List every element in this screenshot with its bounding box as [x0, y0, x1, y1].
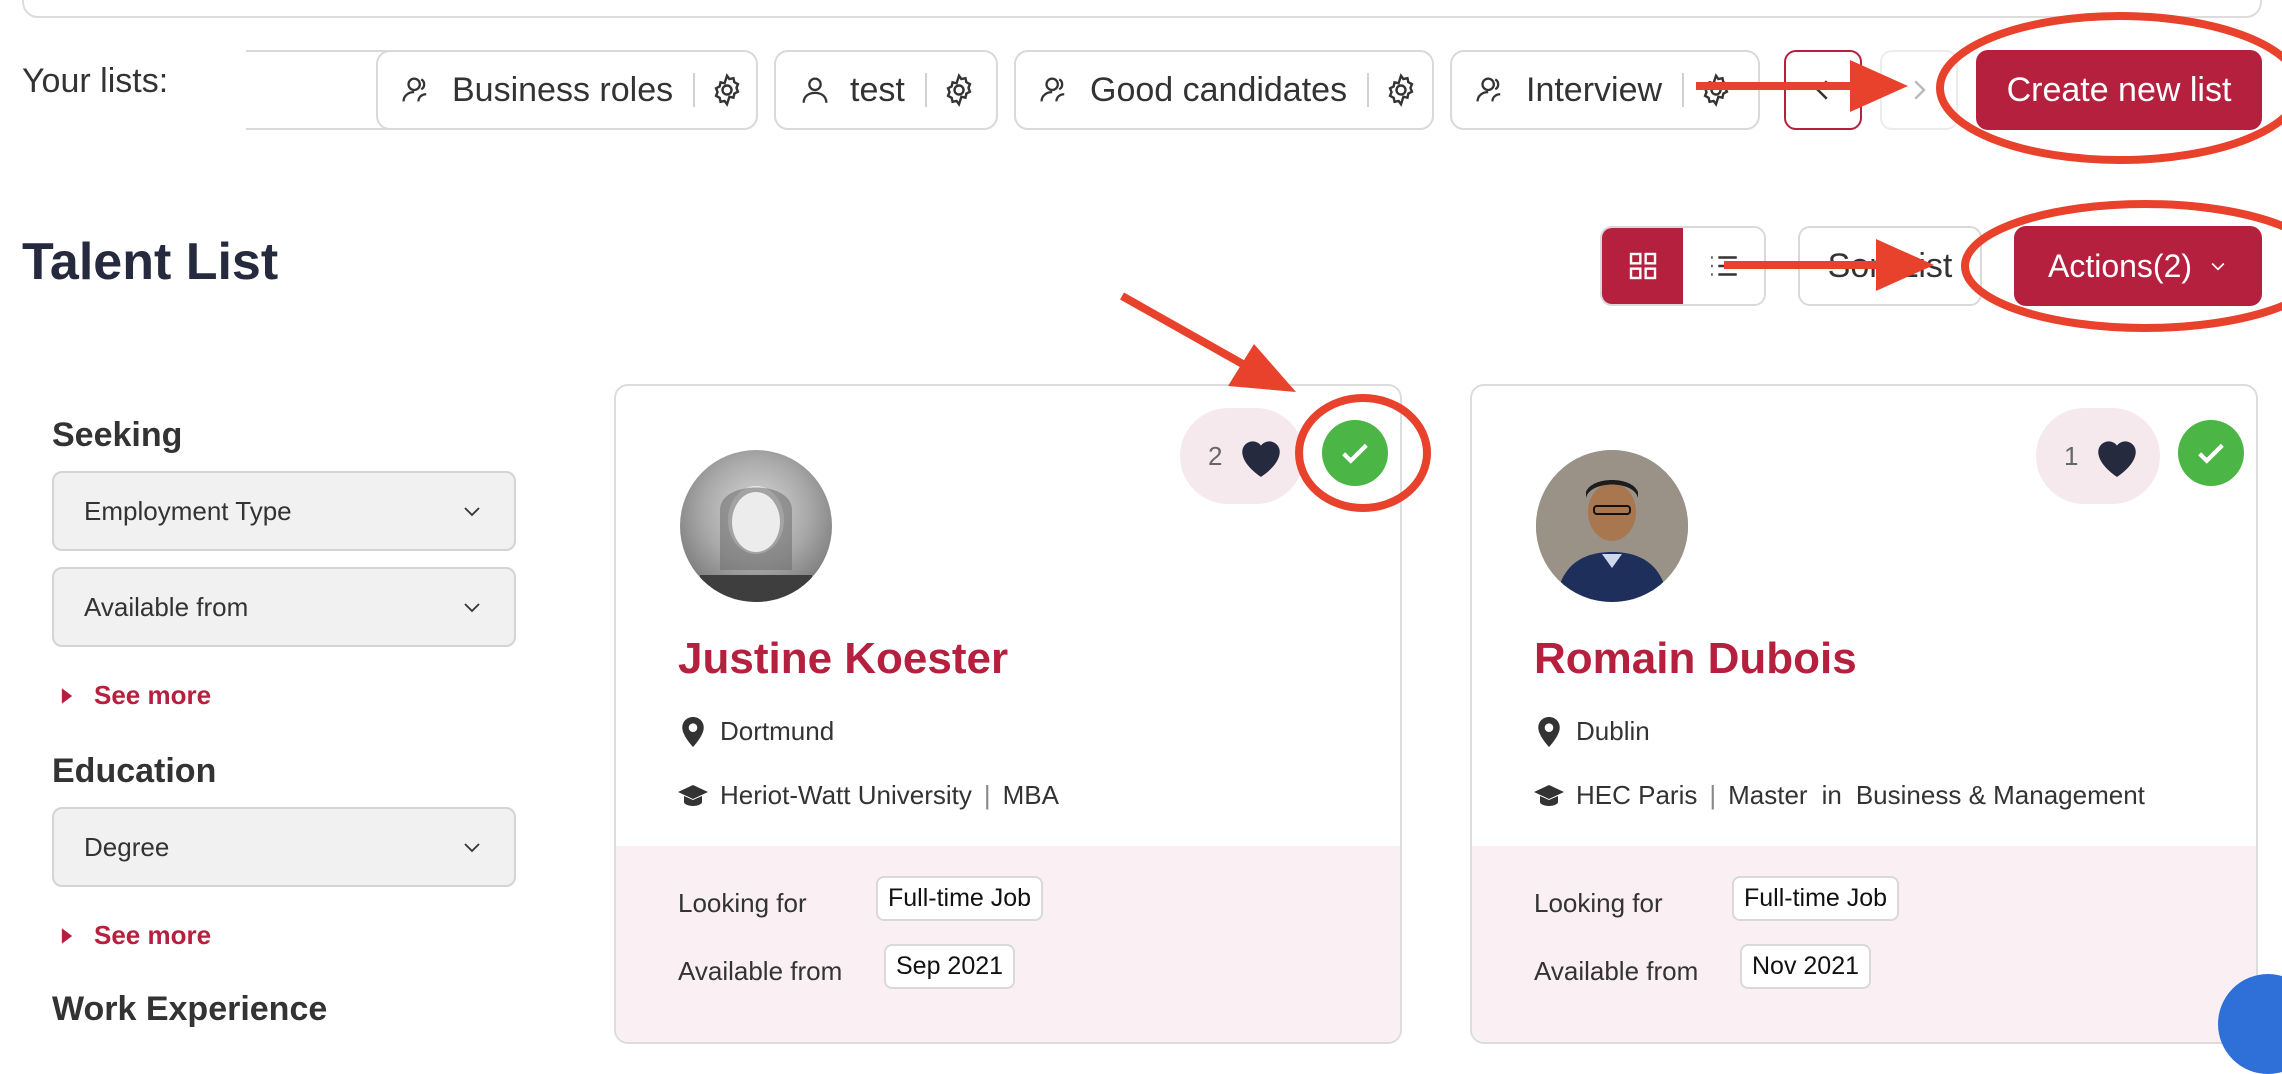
arrowhead	[1850, 60, 1908, 112]
arrowhead	[1228, 344, 1296, 392]
annotation-circle	[1295, 394, 1431, 512]
annotation-circle	[1961, 200, 2282, 332]
annotation-circle	[1936, 12, 2282, 164]
annotation-overlay	[1120, 12, 2282, 512]
arrowhead	[1876, 239, 1934, 291]
annotation-arrow	[1120, 292, 1250, 371]
